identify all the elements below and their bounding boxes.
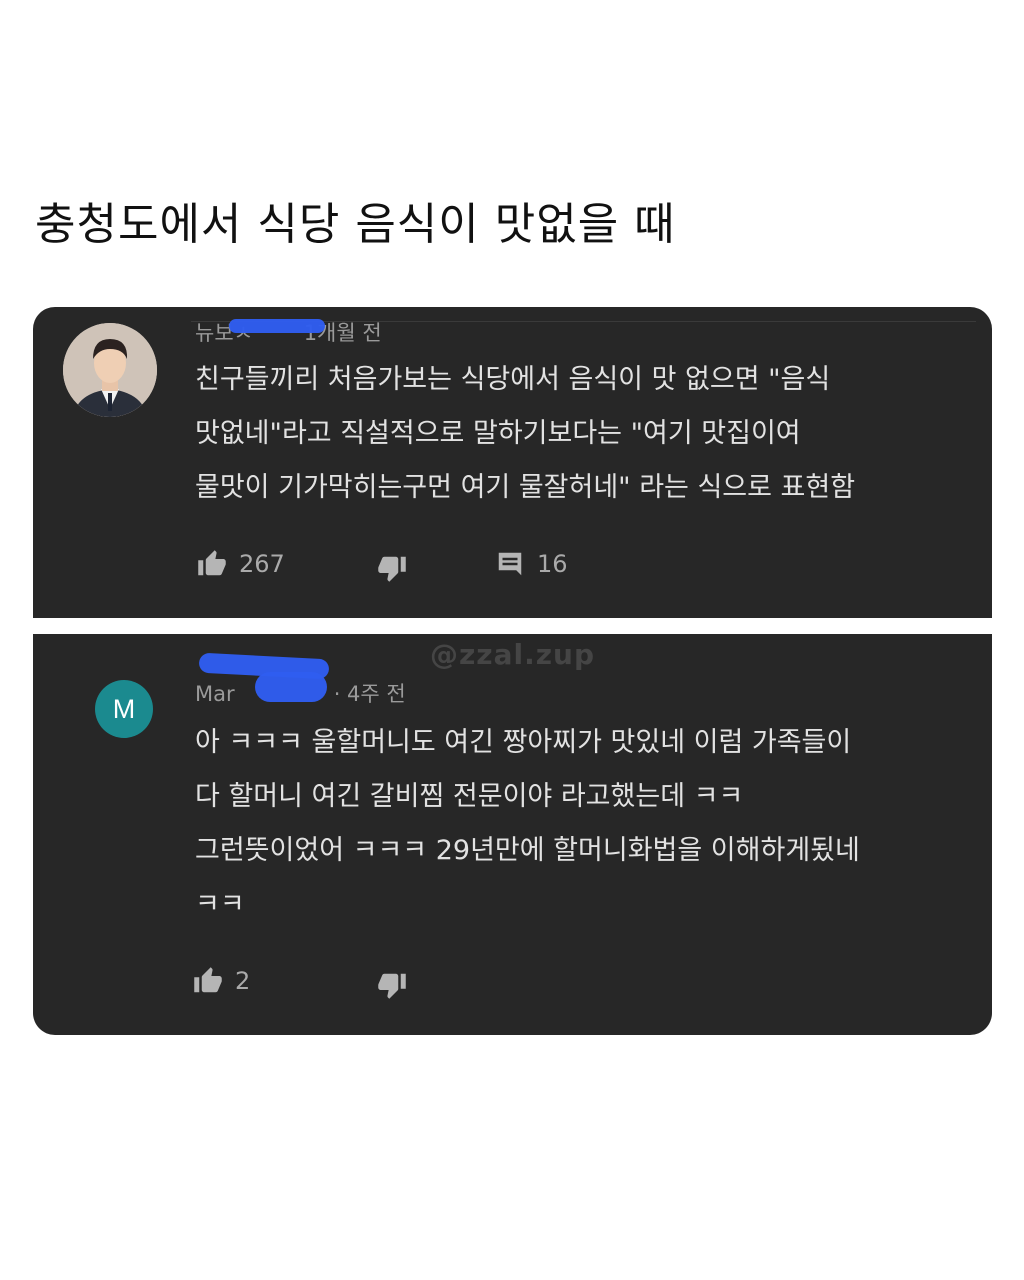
like-count: 267 [239, 550, 285, 578]
comment-text: 아 ㅋㅋㅋ 울할머니도 여긴 짱아찌가 맛있네 이럼 가족들이 다 할머니 여긴… [195, 716, 975, 932]
redaction-mark [255, 672, 327, 702]
comment-icon [493, 549, 527, 579]
comment-line: 친구들끼리 처음가보는 식당에서 음식이 맛 없으면 "음식 [195, 364, 831, 395]
thumb-down-icon [375, 970, 409, 1000]
comment-card: @zzal.zup M Mar · 4주 전 아 ㅋㅋㅋ 울할머니도 여긴 짱아… [33, 634, 992, 1035]
comment-line: 아 ㅋㅋㅋ 울할머니도 여긴 짱아찌가 맛있네 이럼 가족들이 [195, 727, 852, 758]
comment-text: 친구들끼리 처음가보는 식당에서 음식이 맛 없으면 "음식 맛없네"라고 직설… [195, 353, 975, 515]
avatar[interactable] [63, 323, 157, 417]
watermark: @zzal.zup [430, 638, 595, 671]
reply-button[interactable]: 16 [493, 547, 568, 581]
comment-line: 다 할머니 여긴 갈비찜 전문이야 라고했는데 ㅋㅋ [195, 781, 744, 812]
comment-line: ㅋㅋ [195, 889, 245, 920]
like-button[interactable]: 2 [191, 964, 250, 998]
comment-card: 뉴보ㅅ 1개월 전 친구들끼리 처음가보는 식당에서 음식이 맛 없으면 "음식… [33, 307, 992, 618]
like-count: 2 [235, 967, 251, 995]
like-button[interactable]: 267 [195, 547, 285, 581]
thumb-up-icon [191, 966, 225, 996]
dislike-button[interactable] [375, 551, 409, 585]
reply-count: 16 [537, 550, 568, 578]
thumb-down-icon [375, 553, 409, 583]
redaction-mark [229, 319, 325, 333]
comment-line: 맛없네"라고 직설적으로 말하기보다는 "여기 맛집이여 [195, 418, 801, 449]
page-title: 충청도에서 식당 음식이 맛없을 때 [35, 199, 676, 250]
dislike-button[interactable] [375, 968, 409, 1002]
avatar[interactable]: M [95, 680, 153, 738]
comment-line: 물맛이 기가막히는구먼 여기 물잘허네" 라는 식으로 표현함 [195, 472, 856, 503]
comment-time: · 4주 전 [333, 682, 406, 706]
thumb-up-icon [195, 549, 229, 579]
comment-line: 그런뜻이었어 ㅋㅋㅋ 29년만에 할머니화법을 이해하게됬네 [195, 835, 860, 866]
